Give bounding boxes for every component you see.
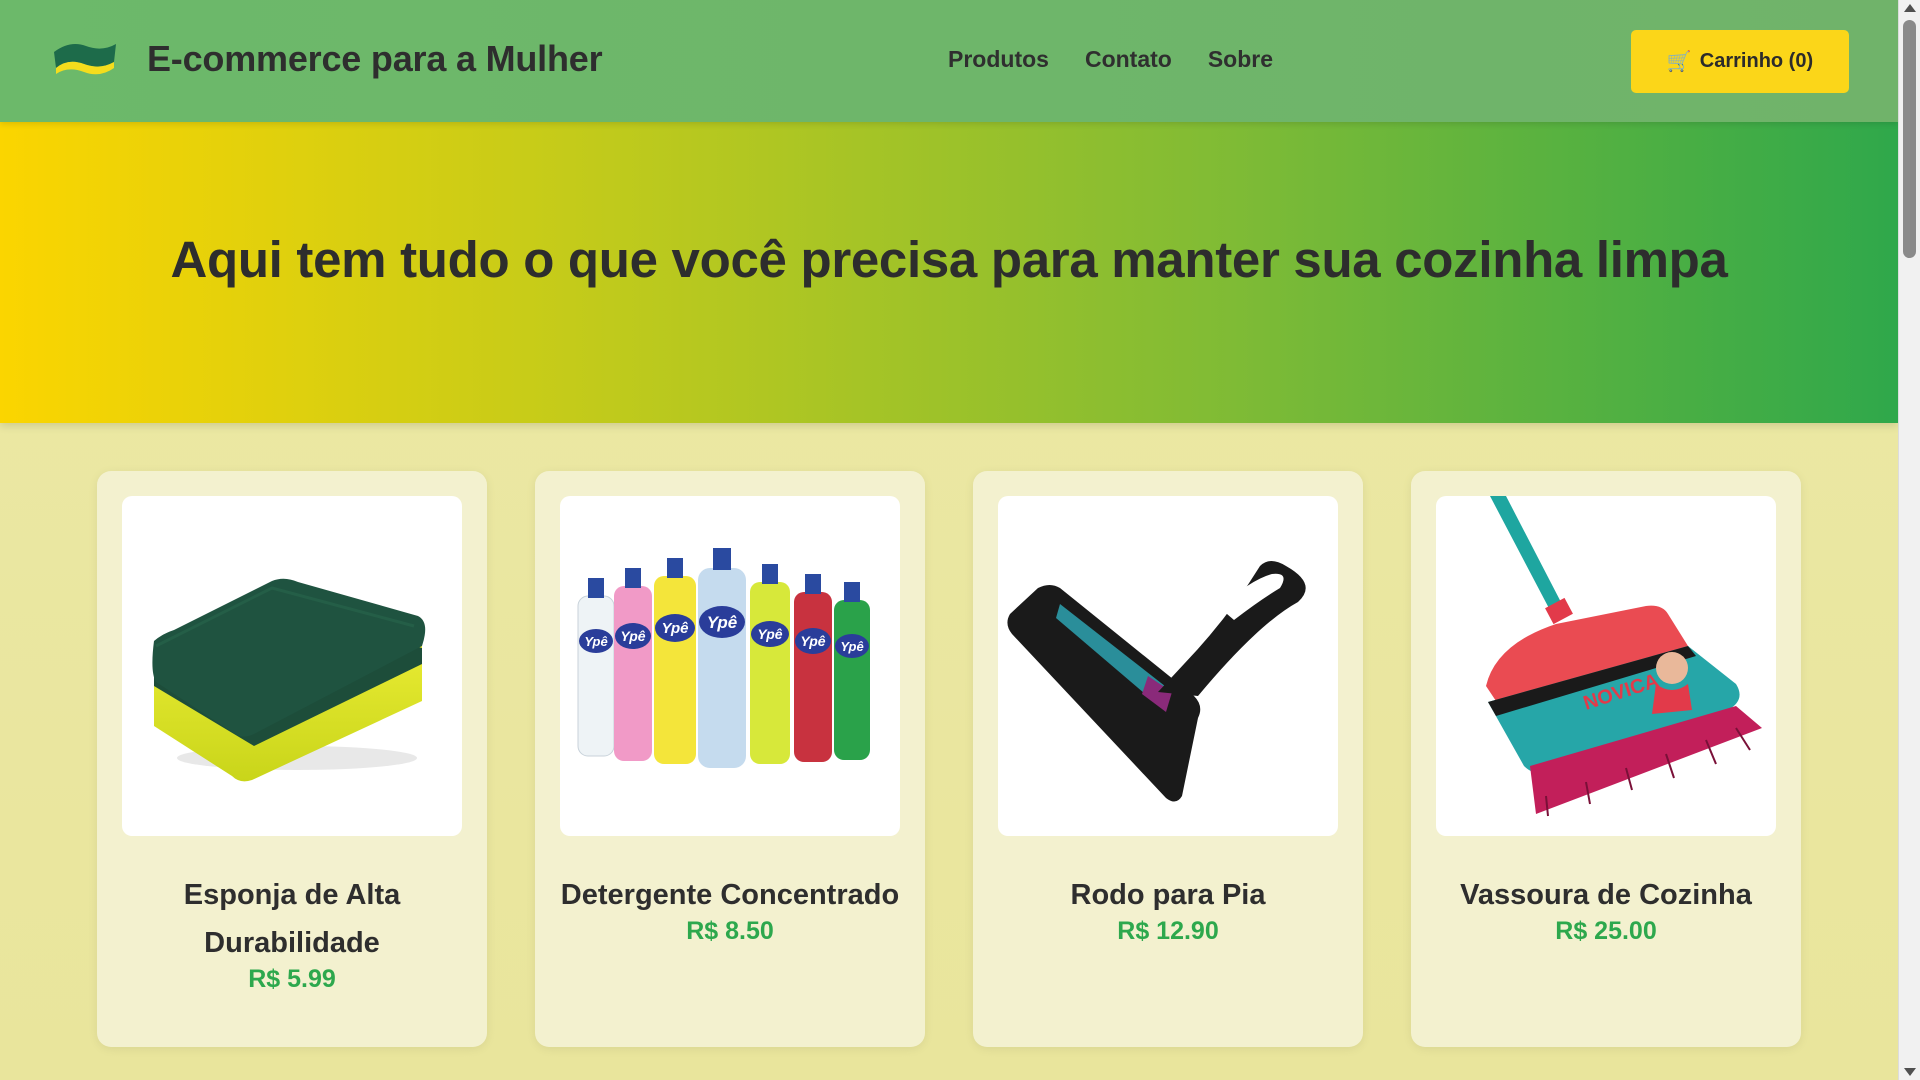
product-card[interactable]: NOVICA Vassoura de Cozinha R$ 25.00 bbox=[1411, 471, 1801, 1047]
hero-banner: Aqui tem tudo o que você precisa para ma… bbox=[0, 122, 1898, 423]
product-price: R$ 12.90 bbox=[1117, 917, 1219, 945]
svg-text:Ypê: Ypê bbox=[707, 613, 738, 632]
product-card[interactable]: Esponja de Alta Durabilidade R$ 5.99 bbox=[97, 471, 487, 1047]
sponge-image bbox=[152, 578, 426, 782]
shopping-cart-icon: 🛒 bbox=[1666, 51, 1692, 73]
nav-link-sobre[interactable]: Sobre bbox=[1208, 46, 1273, 73]
product-image[interactable] bbox=[122, 496, 462, 836]
product-image[interactable] bbox=[998, 496, 1338, 836]
cart-button[interactable]: 🛒 Carrinho (0) bbox=[1631, 30, 1849, 93]
svg-text:Ypê: Ypê bbox=[757, 626, 782, 642]
site-title[interactable]: E-commerce para a Mulher bbox=[147, 38, 603, 80]
product-grid: Esponja de Alta Durabilidade R$ 5.99 Ypê… bbox=[97, 471, 1801, 1047]
scroll-down-arrow-icon[interactable] bbox=[1904, 1068, 1916, 1076]
sink-squeegee-image bbox=[1007, 561, 1306, 802]
product-card[interactable]: Rodo para Pia R$ 12.90 bbox=[973, 471, 1363, 1047]
svg-text:Ypê: Ypê bbox=[662, 620, 689, 637]
product-price: R$ 5.99 bbox=[248, 965, 336, 993]
page-viewport: E-commerce para a Mulher Produtos Contat… bbox=[0, 0, 1898, 1080]
scrollbar-thumb[interactable] bbox=[1903, 20, 1916, 258]
site-header: E-commerce para a Mulher Produtos Contat… bbox=[0, 0, 1898, 122]
product-name: Rodo para Pia bbox=[1070, 879, 1266, 911]
hero-title: Aqui tem tudo o que você precisa para ma… bbox=[170, 231, 1728, 288]
nav-link-contato[interactable]: Contato bbox=[1085, 46, 1172, 73]
cart-label: Carrinho (0) bbox=[1699, 50, 1814, 72]
product-name: Detergente Concentrado bbox=[560, 879, 900, 911]
kitchen-broom-image: NOVICA bbox=[1486, 496, 1762, 817]
svg-text:Ypê: Ypê bbox=[584, 634, 607, 649]
svg-text:Ypê: Ypê bbox=[620, 628, 645, 644]
product-image[interactable]: NOVICA bbox=[1436, 496, 1776, 836]
detergent-bottles-image: Ypê Ypê Ypê Ypê Ypê Ypê Ypê bbox=[577, 548, 870, 768]
product-card[interactable]: Ypê Ypê Ypê Ypê Ypê Ypê Ypê Detergente C… bbox=[535, 471, 925, 1047]
product-price: R$ 25.00 bbox=[1555, 917, 1657, 945]
product-image[interactable]: Ypê Ypê Ypê Ypê Ypê Ypê Ypê bbox=[560, 496, 900, 836]
svg-text:Ypê: Ypê bbox=[800, 633, 825, 649]
nav-link-produtos[interactable]: Produtos bbox=[948, 46, 1049, 73]
svg-text:Ypê: Ypê bbox=[840, 639, 863, 654]
vertical-scrollbar[interactable] bbox=[1898, 0, 1920, 1080]
product-price: R$ 8.50 bbox=[686, 917, 774, 945]
main-nav: Produtos Contato Sobre bbox=[948, 46, 1273, 73]
sponge-logo-icon[interactable] bbox=[52, 38, 118, 82]
scroll-up-arrow-icon[interactable] bbox=[1904, 4, 1916, 12]
product-name: Vassoura de Cozinha bbox=[1460, 879, 1752, 911]
product-name: Esponja de Alta Durabilidade bbox=[183, 879, 401, 959]
